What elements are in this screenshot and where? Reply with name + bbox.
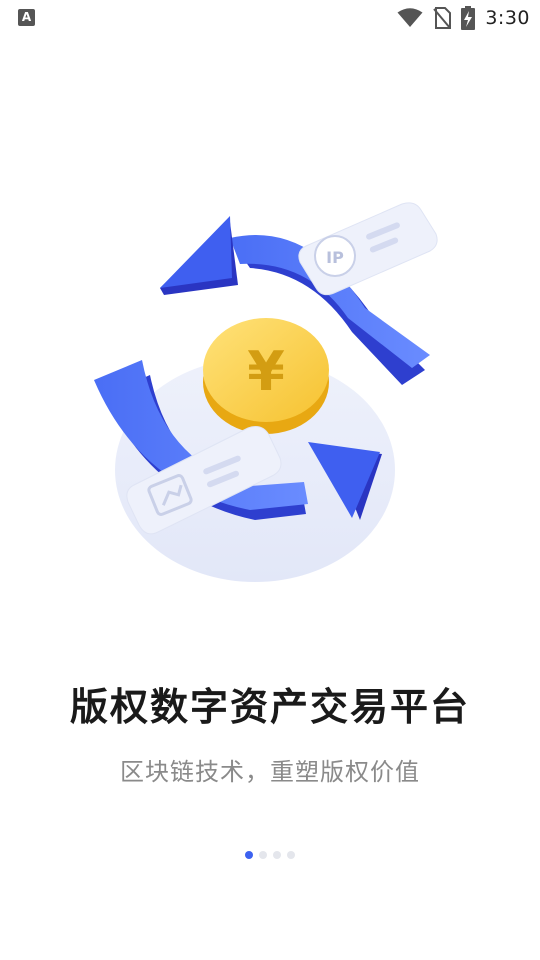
status-icons: 3:30 bbox=[397, 4, 530, 32]
yuan-symbol: ¥ bbox=[247, 340, 285, 403]
copyright-exchange-illustration: IP ¥ bbox=[94, 202, 438, 582]
ip-badge-label: IP bbox=[326, 248, 344, 267]
battery-charging-icon bbox=[461, 6, 476, 30]
page-indicator bbox=[0, 851, 540, 859]
page-dot[interactable] bbox=[287, 851, 295, 859]
page-dot[interactable] bbox=[259, 851, 267, 859]
page-dot[interactable] bbox=[245, 851, 253, 859]
page-dot[interactable] bbox=[273, 851, 281, 859]
wifi-icon bbox=[397, 8, 423, 27]
yuan-coin: ¥ bbox=[203, 318, 329, 434]
ip-certificate-card: IP bbox=[298, 202, 438, 296]
onboarding-title: 版权数字资产交易平台 bbox=[69, 685, 470, 729]
onboarding-subtitle: 区块链技术，重塑版权价值 bbox=[120, 758, 420, 786]
status-time: 3:30 bbox=[485, 7, 530, 29]
no-sim-icon bbox=[433, 7, 452, 29]
app-notification-icon: A bbox=[18, 9, 35, 26]
status-bar: A 3:30 bbox=[0, 0, 540, 36]
